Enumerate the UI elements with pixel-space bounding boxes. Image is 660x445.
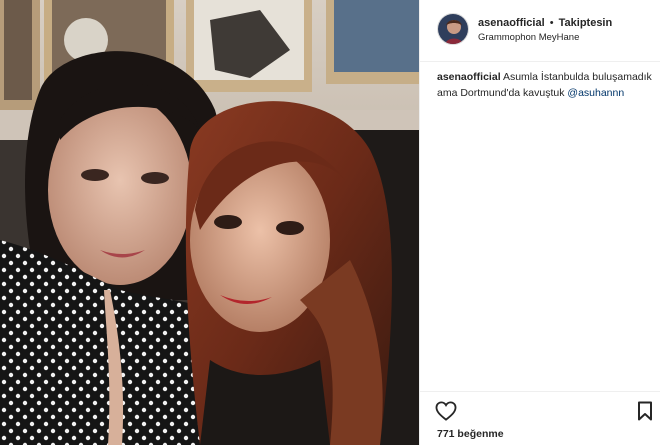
post-caption: asenaofficial Asumla İstanbulda buluşama… xyxy=(437,69,652,101)
location-link[interactable]: Grammophon MeyHane xyxy=(478,31,653,45)
username-link[interactable]: asenaofficial xyxy=(478,17,545,29)
avatar[interactable] xyxy=(437,13,469,45)
post-header: asenaofficial • Takiptesin Grammophon Me… xyxy=(420,0,660,62)
post-actions: 771 beğenme xyxy=(420,391,660,445)
caption-username[interactable]: asenaofficial xyxy=(437,71,501,83)
bookmark-icon[interactable] xyxy=(637,401,653,421)
header-text: asenaofficial • Takiptesin Grammophon Me… xyxy=(478,16,653,45)
heart-icon[interactable] xyxy=(435,401,457,421)
avatar-image xyxy=(438,14,468,44)
post-photo[interactable] xyxy=(0,0,419,445)
caption-mention[interactable]: @asuhannn xyxy=(567,87,624,99)
separator-dot: • xyxy=(549,17,554,29)
likes-count[interactable]: 771 beğenme xyxy=(437,428,504,440)
post-side-panel: asenaofficial • Takiptesin Grammophon Me… xyxy=(419,0,660,445)
follow-status[interactable]: Takiptesin xyxy=(559,17,613,29)
username-line: asenaofficial • Takiptesin xyxy=(478,16,653,30)
selfie-photo-illustration xyxy=(0,0,419,445)
